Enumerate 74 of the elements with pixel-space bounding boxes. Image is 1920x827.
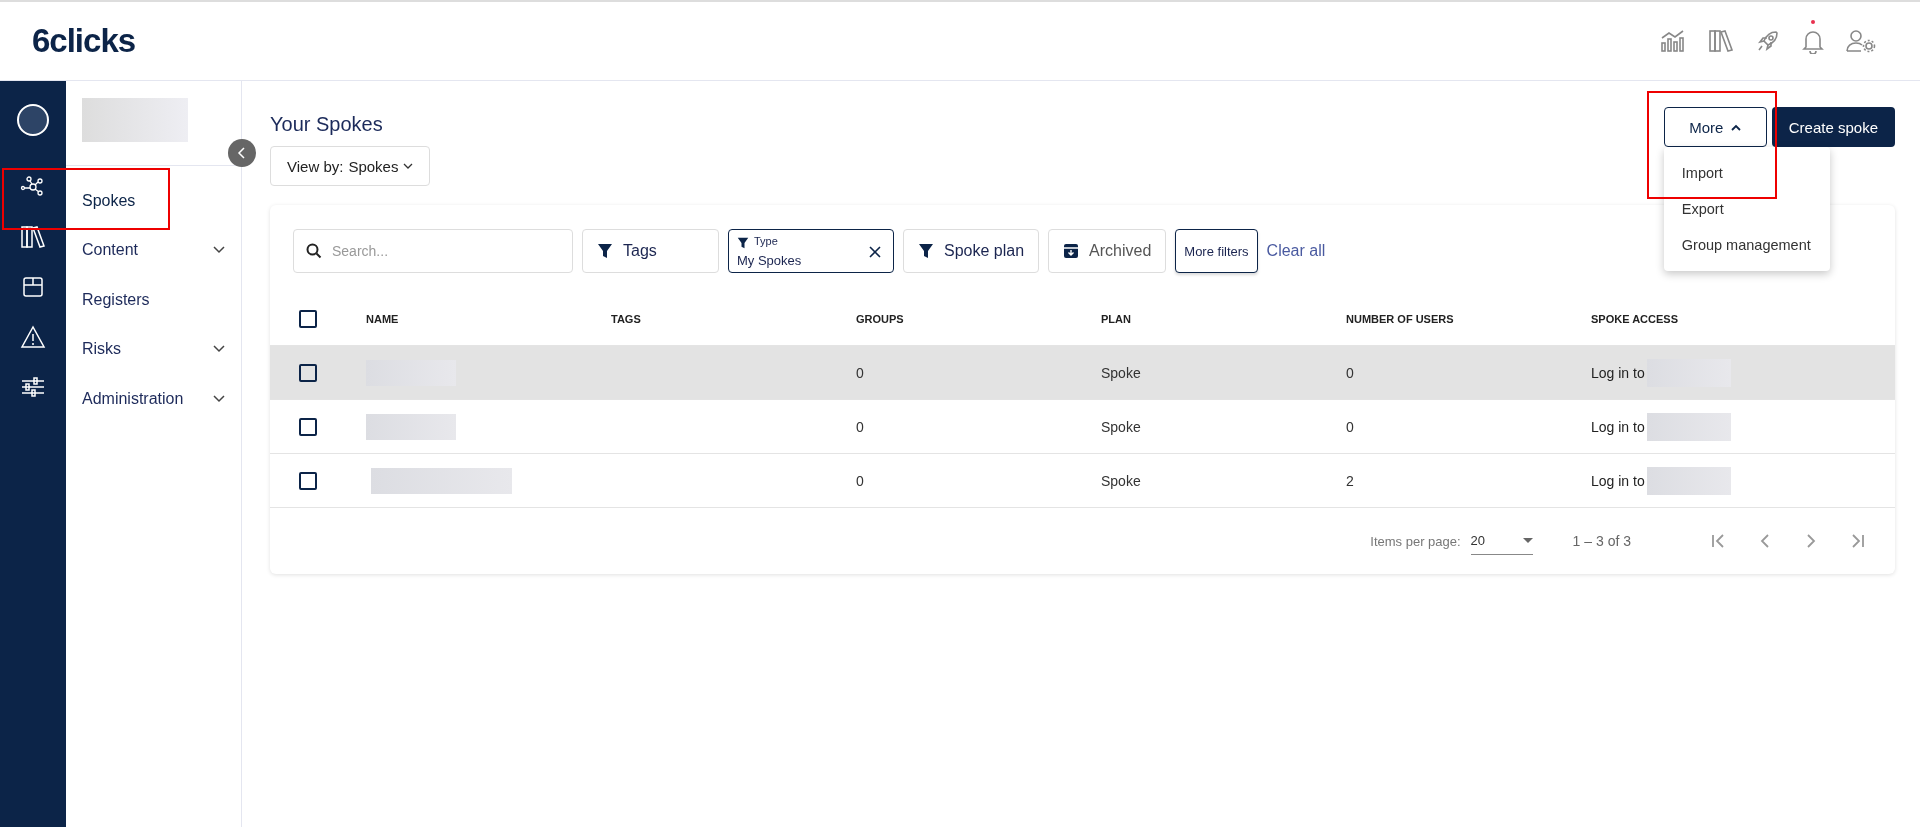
- chevron-icon: [1731, 123, 1742, 131]
- chevron-down-icon: [213, 345, 225, 354]
- box-icon[interactable]: [21, 275, 45, 299]
- page-size-select[interactable]: 20: [1470, 527, 1533, 555]
- filter-button[interactable]: Tags: [582, 229, 719, 273]
- column-header: NAME: [366, 313, 400, 325]
- filter-icon: [737, 237, 749, 249]
- active-filter-button[interactable]: Type My Spokes: [728, 229, 894, 273]
- column-header: NUMBER OF USERS: [1346, 313, 1455, 325]
- table-cell-text: Spoke: [1101, 418, 1142, 435]
- user-settings-icon[interactable]: [1846, 29, 1876, 53]
- menu-item[interactable]: Group management: [1663, 227, 1830, 263]
- page-range: 1 – 3 of 3: [1572, 533, 1631, 549]
- sidebar-item[interactable]: Content: [66, 225, 241, 275]
- row-checkbox[interactable]: [299, 363, 317, 382]
- menu-item[interactable]: Import: [1663, 155, 1830, 191]
- table-cell-text: 0: [856, 418, 865, 435]
- chevron-down-icon: [403, 162, 414, 170]
- column-header: SPOKE ACCESS: [1591, 313, 1679, 325]
- view-by-dropdown[interactable]: View by: Spokes: [270, 146, 431, 186]
- items-per-page-label: Items per page:: [1370, 533, 1461, 549]
- column-header: TAGS: [611, 313, 642, 325]
- archive-box-icon: [1063, 243, 1080, 259]
- login-link[interactable]: Log in to: [1591, 364, 1645, 381]
- dropdown-arrow-icon: [1522, 538, 1533, 543]
- logo: 6clicks: [32, 22, 136, 60]
- chevron-down-icon: [213, 394, 225, 403]
- close-icon[interactable]: [869, 246, 881, 258]
- table-row[interactable]: 0 Spoke 2 Log in to: [270, 453, 1895, 507]
- table-cell-text: 0: [856, 472, 865, 489]
- clear-all-link[interactable]: Clear all: [1266, 242, 1326, 260]
- chevron-left-icon: [237, 147, 247, 159]
- page-title: Your Spokes: [270, 113, 384, 136]
- table-cell-text: Spoke: [1101, 364, 1142, 381]
- row-checkbox[interactable]: [299, 471, 317, 490]
- more-button[interactable]: More: [1663, 107, 1767, 147]
- sliders-icon[interactable]: [20, 375, 46, 399]
- filter-icon: [918, 243, 934, 259]
- table-cell-text: 0: [856, 364, 865, 381]
- library-icon[interactable]: [1708, 29, 1734, 53]
- row-checkbox[interactable]: [299, 417, 317, 436]
- column-header: PLAN: [1101, 313, 1132, 325]
- table-cell-text: 0: [1346, 418, 1355, 435]
- column-header: GROUPS: [856, 313, 905, 325]
- last-page-icon[interactable]: [1849, 533, 1865, 549]
- avatar-icon[interactable]: [17, 104, 49, 136]
- sidebar-item[interactable]: Administration: [66, 374, 241, 424]
- search-field[interactable]: Search...: [293, 229, 573, 273]
- collapse-button[interactable]: [228, 139, 256, 167]
- warning-icon[interactable]: [20, 325, 46, 349]
- bell-icon[interactable]: [1802, 28, 1824, 54]
- rocket-icon[interactable]: [1756, 29, 1780, 53]
- first-page-icon[interactable]: [1711, 533, 1727, 549]
- chevron-down-icon: [213, 246, 225, 255]
- sidebar-item[interactable]: Spokes: [66, 176, 241, 226]
- table-row[interactable]: 0 Spoke 0 Log in to: [270, 399, 1895, 453]
- table-cell-text: 2: [1346, 472, 1355, 489]
- table-cell-text: 0: [1346, 364, 1355, 381]
- more-filters-button[interactable]: More filters: [1175, 229, 1258, 273]
- archived-button[interactable]: Archived: [1048, 229, 1167, 273]
- table-row[interactable]: 0 Spoke 0 Log in to: [270, 345, 1895, 399]
- select-all-checkbox[interactable]: [299, 310, 317, 328]
- books-icon[interactable]: [20, 225, 46, 249]
- login-link[interactable]: Log in to: [1591, 472, 1645, 489]
- create-spoke-button[interactable]: Create spoke: [1771, 107, 1895, 147]
- analytics-icon[interactable]: [1660, 29, 1686, 53]
- filter-button[interactable]: Spoke plan: [903, 229, 1040, 273]
- sidebar-item[interactable]: Risks: [66, 324, 241, 374]
- sidebar-item[interactable]: Registers: [66, 275, 241, 325]
- table-cell-text: Spoke: [1101, 472, 1142, 489]
- menu-item[interactable]: Export: [1663, 191, 1830, 227]
- login-link[interactable]: Log in to: [1591, 418, 1645, 435]
- filter-icon: [597, 243, 613, 259]
- network-nodes-icon[interactable]: [20, 175, 46, 199]
